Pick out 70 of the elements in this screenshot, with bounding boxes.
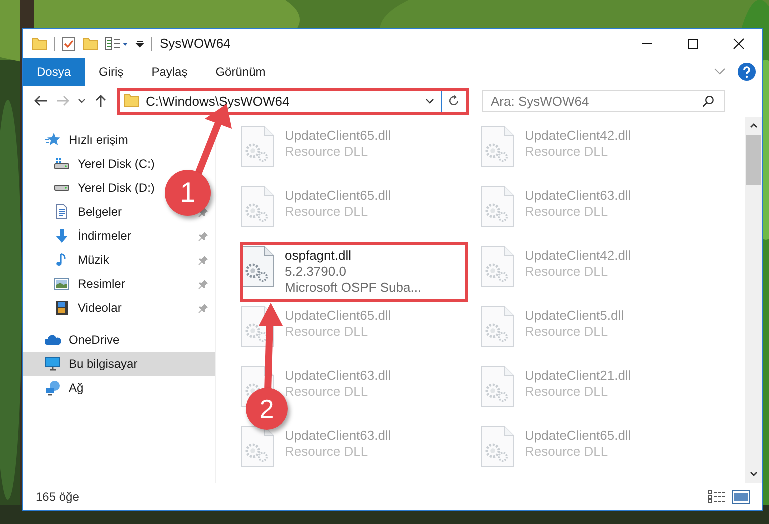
sidebar-item[interactable]: Resimler (23, 272, 130, 296)
dll-file-icon (481, 186, 515, 228)
dropdown-icon[interactable] (425, 96, 435, 106)
sidebar-item[interactable]: Yerel Disk (D:) (23, 176, 159, 200)
dll-file-icon (481, 306, 515, 348)
document-icon (54, 204, 70, 220)
file-detail: Resource DLL (525, 384, 610, 400)
dll-file-icon (241, 126, 275, 168)
properties-icon[interactable] (61, 36, 77, 52)
file-detail: Resource DLL (525, 144, 610, 160)
dll-file-icon (241, 186, 275, 228)
file-detail: Resource DLL (285, 384, 370, 400)
file-detail: Resource DLL (525, 444, 610, 460)
file-detail: Resource DLL (285, 324, 370, 340)
search-icon (702, 95, 715, 108)
window-title: SysWOW64 (160, 36, 231, 51)
ribbon-tab[interactable]: Dosya (23, 58, 86, 86)
dll-file-icon (481, 426, 515, 468)
sidebar-item[interactable]: Bu bilgisayar (23, 352, 215, 376)
dll-file-icon (241, 426, 275, 468)
expand-ribbon-icon[interactable] (714, 68, 726, 76)
network-icon (45, 380, 61, 396)
ribbon-tab[interactable]: Giriş (85, 58, 138, 86)
computer-icon (45, 356, 61, 372)
file-detail: Resource DLL (525, 324, 610, 340)
file-detail: 5.2.3790.0 (285, 264, 348, 280)
ribbon-tab[interactable]: Görünüm (202, 58, 280, 86)
maximize-icon (687, 38, 699, 50)
sidebar-item[interactable]: Yerel Disk (C:) (23, 152, 159, 176)
file-detail: Resource DLL (525, 264, 610, 280)
drive-system-icon (54, 156, 70, 172)
address-text: C:\Windows\SysWOW64 (146, 94, 291, 108)
file-name[interactable]: ospfagnt.dll (285, 248, 422, 264)
help-icon[interactable] (738, 63, 756, 81)
scroll-thumb[interactable] (746, 135, 761, 185)
star-icon (45, 132, 61, 148)
sidebar-item[interactable]: Ağ (23, 376, 215, 400)
dropdown-icon[interactable] (135, 38, 145, 48)
close-icon (733, 38, 745, 50)
file-detail: Resource DLL (285, 144, 370, 160)
scroll-down-icon[interactable] (748, 469, 758, 479)
pictures-icon (54, 276, 70, 292)
folder-icon (124, 93, 140, 109)
details-view-icon[interactable] (708, 490, 726, 504)
file-detail: Resource DLL (285, 204, 370, 220)
dll-file-icon (481, 366, 515, 408)
large-icons-view-icon[interactable] (732, 490, 750, 504)
file-detail: Resource DLL (285, 444, 370, 460)
dll-file-icon (241, 246, 275, 288)
view-options-icon[interactable] (105, 36, 129, 52)
file-detail: Resource DLL (525, 204, 610, 220)
dll-file-icon (481, 246, 515, 288)
ribbon-tab[interactable]: Paylaş (138, 58, 202, 86)
item-count: 165 öğe (36, 490, 80, 504)
search-field[interactable]: Ara: SysWOW64 (482, 90, 725, 112)
sidebar-item[interactable]: Belgeler (23, 200, 126, 224)
drive-icon (54, 185, 70, 191)
sidebar-item[interactable]: OneDrive (23, 328, 215, 352)
download-icon (54, 228, 70, 244)
scrollbar[interactable] (745, 117, 762, 483)
refresh-icon[interactable] (447, 94, 461, 108)
dll-file-icon (481, 126, 515, 168)
address-field[interactable]: C:\Windows\SysWOW64 (117, 88, 469, 114)
sidebar-item[interactable]: Müzik (23, 248, 114, 272)
file-detail: Microsoft OSPF Suba... (285, 280, 422, 296)
sidebar-item[interactable]: Videolar (23, 296, 126, 320)
video-icon (54, 300, 70, 316)
sidebar-item[interactable]: Hızlı erişim (23, 128, 215, 152)
recent-locations-icon[interactable] (77, 96, 87, 106)
sidebar-item[interactable]: İndirmeler (23, 224, 136, 248)
